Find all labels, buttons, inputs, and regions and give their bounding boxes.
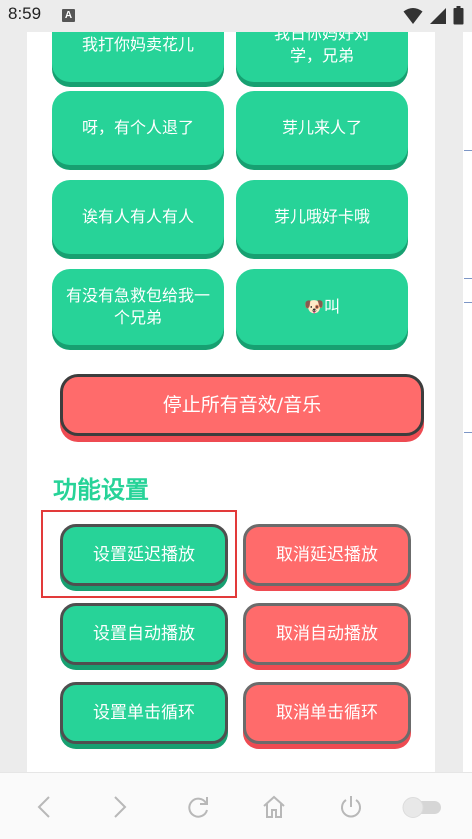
stop-all-button[interactable]: 停止所有音效/音乐 [60,374,424,436]
cancel-single-loop-button[interactable]: 取消单击循环 [243,682,411,744]
sound-button-label: 芽儿哦好卡哦 [273,207,370,226]
stop-all-label: 停止所有音效/音乐 [162,394,322,416]
browser-bottom-nav [0,772,472,839]
content-card: 我打你妈卖花儿 我日你妈好对学，兄弟 呀，有个人退了 芽儿来人了 诶有人有人有人… [27,32,435,772]
set-auto-play-label: 设置自动播放 [93,624,195,644]
set-single-loop-button[interactable]: 设置单击循环 [60,682,228,744]
cancel-auto-play-label: 取消自动播放 [276,624,378,644]
status-time: 8:59 [8,4,42,23]
battery-icon [453,6,464,25]
sound-button-label: 我日你妈好对学，兄弟 [273,32,370,65]
sound-button-label: 芽儿来人了 [281,118,362,137]
settings-section-title: 功能设置 [53,476,149,504]
sound-button[interactable]: 呀，有个人退了 [52,91,224,165]
cancel-auto-play-button[interactable]: 取消自动播放 [243,603,411,665]
status-bar: 8:59 A [0,0,472,32]
sound-button[interactable]: 我日你妈好对学，兄弟 [236,32,408,82]
power-icon[interactable] [337,793,365,821]
sound-button-label: 叫 [323,297,340,316]
highlight-box [41,510,237,598]
sound-button[interactable]: 有没有急救包给我一个兄弟 [52,269,224,345]
set-single-loop-label: 设置单击循环 [93,703,195,723]
strip-divider [464,432,472,433]
strip-divider [464,278,472,279]
right-edge-strip [463,32,472,772]
cancel-delay-play-label: 取消延迟播放 [276,545,378,565]
notification-app-icon: A [62,9,75,22]
cellular-signal-icon [430,7,446,24]
forward-arrow-icon[interactable] [106,793,134,821]
wifi-icon [403,7,423,24]
sound-button[interactable]: 芽儿哦好卡哦 [236,180,408,254]
strip-divider [464,150,472,151]
sound-button-label: 我打你妈卖花儿 [81,35,194,54]
sound-button-label: 诶有人有人有人 [81,207,194,226]
cancel-single-loop-label: 取消单击循环 [276,703,378,723]
sound-button[interactable]: 我打你妈卖花儿 [52,32,224,82]
home-icon[interactable] [260,793,288,821]
set-auto-play-button[interactable]: 设置自动播放 [60,603,228,665]
refresh-icon[interactable] [184,793,212,821]
strip-divider [464,302,472,303]
sound-button[interactable]: 芽儿来人了 [236,91,408,165]
sound-button-label: 有没有急救包给我一个兄弟 [66,286,211,327]
cancel-delay-play-button[interactable]: 取消延迟播放 [243,524,411,586]
back-arrow-icon[interactable] [30,793,58,821]
sound-button[interactable]: 🐶 叫 [236,269,408,345]
dog-emoji-icon: 🐶 [304,297,324,316]
sound-button[interactable]: 诶有人有人有人 [52,180,224,254]
toggle-switch[interactable] [398,793,446,821]
sound-button-label: 呀，有个人退了 [81,118,194,137]
status-icons [403,6,464,25]
